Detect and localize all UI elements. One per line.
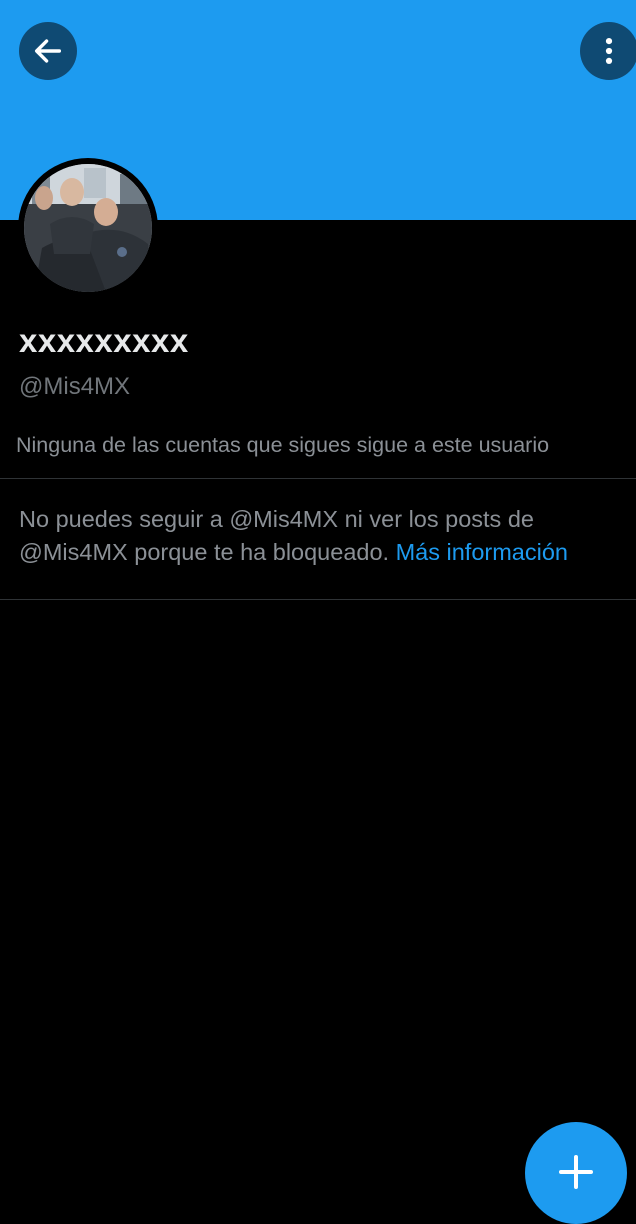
plus-icon [559,1155,593,1189]
followers-you-know-text[interactable]: Ninguna de las cuentas que sigues sigue … [16,433,549,458]
compose-post-button[interactable] [525,1122,627,1224]
blocked-notice: No puedes seguir a @Mis4MX ni ver los po… [19,503,629,569]
arrow-left-icon [34,39,62,63]
profile-avatar[interactable] [18,158,158,298]
learn-more-link[interactable]: Más información [396,539,568,565]
more-vertical-icon [605,37,613,65]
profile-handle: @Mis4MX [19,373,131,400]
divider [0,599,636,600]
back-button[interactable] [19,22,77,80]
profile-display-name: xxxxxxxxx [19,322,189,359]
more-options-button[interactable] [580,22,636,80]
divider [0,478,636,479]
avatar-image [24,164,152,292]
